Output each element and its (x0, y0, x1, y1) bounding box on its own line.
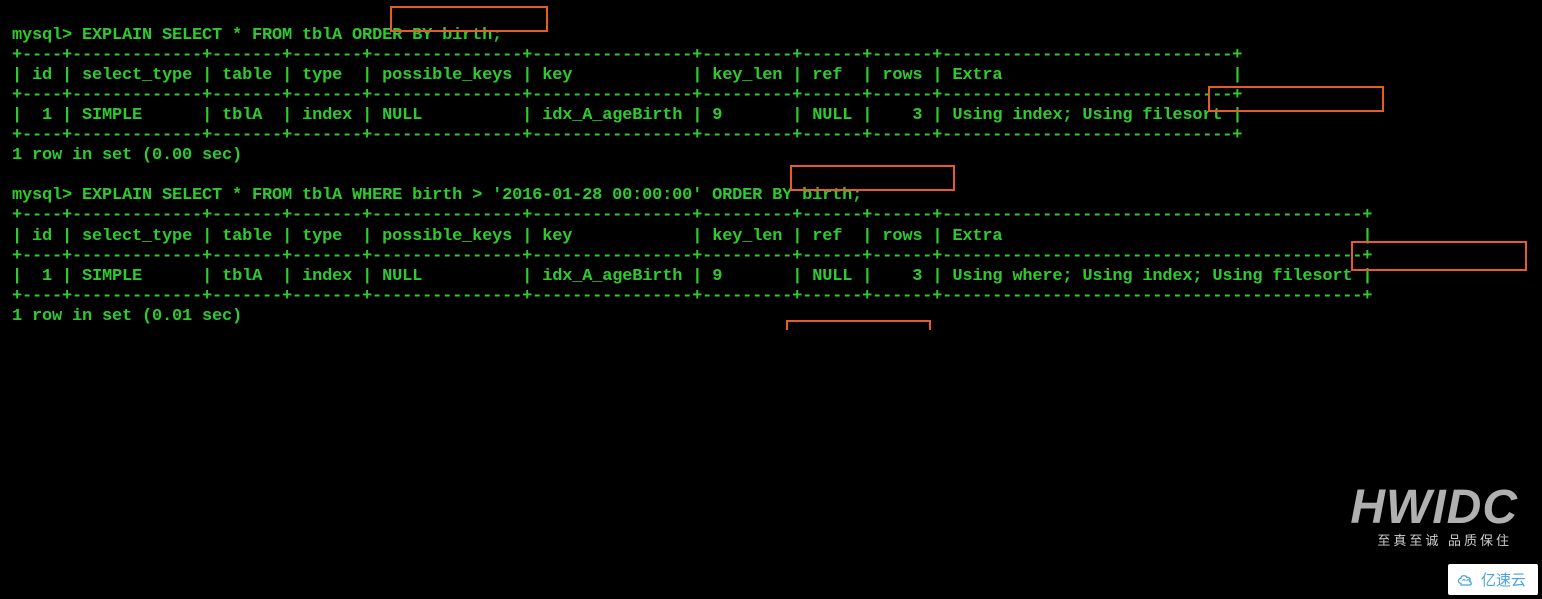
watermark-logo: HWIDC (1350, 480, 1518, 535)
sql-2: EXPLAIN SELECT * FROM tblA WHERE birth >… (82, 186, 862, 205)
table1-border-mid: +----+-------------+-------+-------+----… (12, 86, 1242, 105)
prompt-1: mysql> (12, 26, 82, 45)
badge-text: 亿速云 (1481, 569, 1526, 590)
table2-border-top: +----+-------------+-------+-------+----… (12, 206, 1372, 225)
table1-border-top: +----+-------------+-------+-------+----… (12, 46, 1242, 65)
table1-border-bot: +----+-------------+-------+-------+----… (12, 126, 1242, 145)
table2-row: | 1 | SIMPLE | tblA | index | NULL | idx… (12, 267, 1372, 286)
table1-row: | 1 | SIMPLE | tblA | index | NULL | idx… (12, 106, 1242, 125)
footer-2: 1 row in set (0.01 sec) (12, 307, 242, 326)
footer-1: 1 row in set (0.00 sec) (12, 146, 242, 165)
cloud-icon (1456, 573, 1476, 587)
table2-header: | id | select_type | table | type | poss… (12, 227, 1372, 246)
sql-1: EXPLAIN SELECT * FROM tblA ORDER BY birt… (82, 26, 502, 45)
table1-header: | id | select_type | table | type | poss… (12, 66, 1242, 85)
table2-border-bot: +----+-------------+-------+-------+----… (12, 287, 1372, 306)
prompt-2: mysql> (12, 186, 82, 205)
table2-border-mid: +----+-------------+-------+-------+----… (12, 247, 1372, 266)
provider-badge[interactable]: 亿速云 (1448, 564, 1538, 595)
mysql-terminal: mysql> EXPLAIN SELECT * FROM tblA ORDER … (0, 0, 1542, 337)
watermark-tagline: 至真至诚 品质保住 (1377, 530, 1512, 549)
